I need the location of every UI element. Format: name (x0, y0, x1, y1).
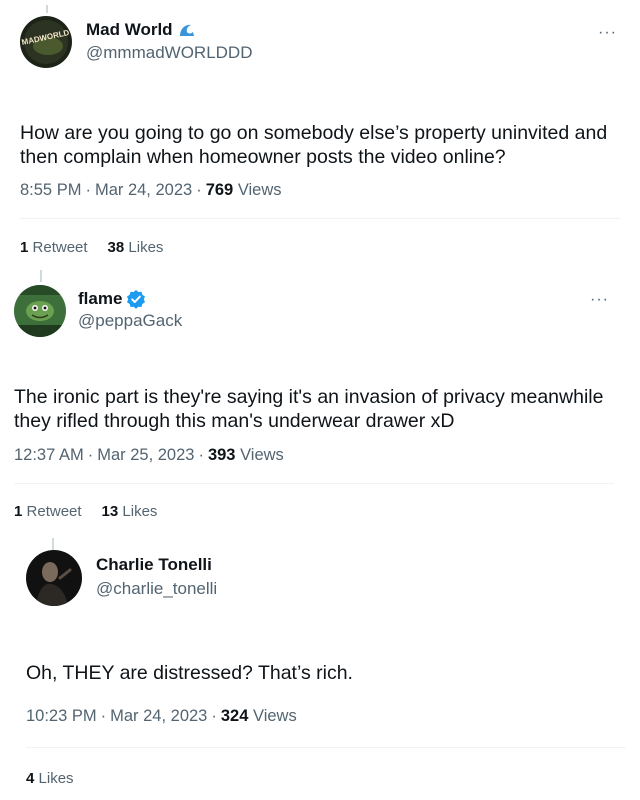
thread-line (46, 5, 48, 13)
tweet-time[interactable]: 12:37 AM (14, 446, 84, 465)
retweets-count: 1 (20, 239, 29, 256)
tweet-text: The ironic part is they're saying it's a… (14, 386, 604, 432)
separator: · (87, 446, 94, 464)
tweet-mad-world: MADWORLD Mad World @mmmadWORLDDD ··· How… (0, 0, 640, 265)
avatar[interactable] (14, 285, 66, 337)
likes-count: 38 (107, 239, 125, 256)
tweet-time[interactable]: 10:23 PM (26, 707, 97, 726)
verified-badge-icon (126, 289, 146, 309)
views-count: 324 (220, 707, 249, 725)
user-handle[interactable]: @peppaGack (78, 311, 182, 331)
views-count: 769 (205, 181, 234, 199)
views-label: Views (237, 181, 282, 199)
tweet-flame: flame @peppaGack ··· The ironic part is … (0, 265, 640, 530)
separator: · (85, 181, 91, 199)
thread-line (40, 270, 42, 282)
tweet-stats: 4 Likes (26, 770, 74, 787)
separator: · (211, 707, 217, 725)
display-name[interactable]: flame (78, 289, 122, 309)
likes-count: 13 (101, 503, 119, 520)
divider (20, 218, 620, 219)
likes-link[interactable]: 4 Likes (26, 770, 74, 787)
divider (26, 747, 626, 748)
retweets-link[interactable]: 1 Retweet (14, 503, 82, 520)
tweet-date[interactable]: Mar 24, 2023 (110, 707, 207, 726)
retweets-label: Retweet (26, 503, 82, 520)
views-label: Views (240, 446, 284, 464)
tweet-time[interactable]: 8:55 PM (20, 181, 81, 200)
views-count: 393 (207, 446, 236, 464)
likes-label: Likes (128, 239, 164, 256)
likes-link[interactable]: 38 Likes (108, 239, 164, 256)
avatar[interactable] (26, 550, 82, 606)
user-handle[interactable]: @mmmadWORLDDD (86, 43, 252, 63)
likes-label: Likes (38, 770, 74, 787)
retweets-link[interactable]: 1 Retweet (20, 239, 88, 256)
tweet-stats: 1 Retweet 13 Likes (14, 503, 157, 520)
user-handle[interactable]: @charlie_tonelli (96, 579, 217, 599)
likes-count: 4 (26, 770, 35, 787)
tweet-charlie-tonelli: Charlie Tonelli @charlie_tonelli Oh, THE… (0, 530, 640, 800)
divider (14, 483, 614, 484)
wave-emoji-icon (177, 20, 197, 40)
tweet-stats: 1 Retweet 38 Likes (20, 239, 163, 256)
tweet-date[interactable]: Mar 25, 2023 (97, 446, 194, 465)
separator: · (100, 707, 107, 725)
separator: · (198, 446, 204, 464)
avatar[interactable]: MADWORLD (20, 16, 72, 68)
display-name[interactable]: Charlie Tonelli (96, 555, 212, 575)
tweet-meta: 10:23 PM · Mar 24, 2023 · 324 Views (26, 707, 297, 726)
display-name[interactable]: Mad World (86, 20, 173, 40)
separator: · (196, 181, 202, 199)
tweet-date[interactable]: Mar 24, 2023 (95, 181, 192, 200)
tweet-meta: 12:37 AM · Mar 25, 2023 · 393 Views (14, 446, 284, 465)
tweet-text: Oh, THEY are distressed? That’s rich. (26, 662, 353, 684)
flame-avatar-icon (14, 285, 66, 337)
thread-line (52, 538, 54, 550)
more-options-button[interactable]: ··· (590, 292, 609, 308)
tweet-text: How are you going to go on somebody else… (20, 122, 608, 168)
retweets-label: Retweet (32, 239, 88, 256)
more-options-button[interactable]: ··· (598, 25, 617, 41)
mad-world-avatar-icon: MADWORLD (20, 16, 72, 68)
likes-link[interactable]: 13 Likes (102, 503, 158, 520)
retweets-count: 1 (14, 503, 23, 520)
tweet-meta: 8:55 PM · Mar 24, 2023 · 769 Views (20, 181, 282, 200)
views-label: Views (252, 707, 297, 725)
charlie-tonelli-avatar-icon (26, 550, 82, 606)
likes-label: Likes (122, 503, 158, 520)
